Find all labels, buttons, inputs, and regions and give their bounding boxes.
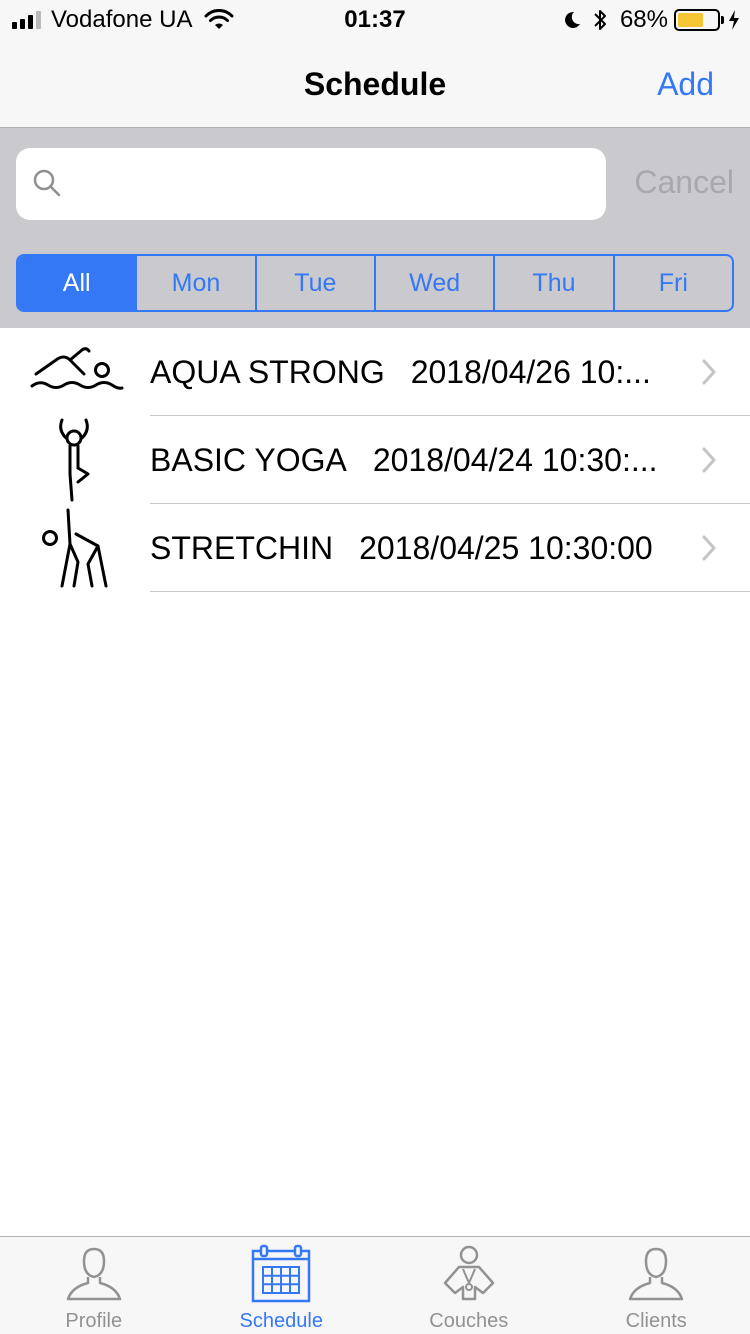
tab-couches[interactable]: Couches — [375, 1237, 563, 1334]
cancel-button[interactable]: Cancel — [634, 160, 734, 204]
list-item[interactable]: BASIC YOGA 2018/04/24 10:30:... — [0, 416, 750, 504]
person-icon — [629, 1247, 684, 1301]
battery-icon — [674, 9, 720, 31]
schedule-list: AQUA STRONG 2018/04/26 10:... BASIC YOGA 2… — [0, 328, 750, 592]
list-item-text: AQUA STRONG 2018/04/26 10:... — [150, 328, 680, 416]
search-input[interactable] — [78, 148, 602, 222]
charging-bolt-icon — [729, 10, 739, 30]
tab-bar: Profile Schedule Couches Clients — [0, 1236, 750, 1334]
chevron-right-icon — [702, 535, 716, 561]
class-date: 2018/04/24 10:30:... — [372, 442, 658, 478]
stretching-icon — [42, 508, 108, 588]
battery-cap — [721, 16, 724, 24]
moon-icon — [565, 11, 580, 28]
class-name: STRETCHIN — [150, 530, 334, 566]
tab-label: Schedule — [239, 1310, 323, 1332]
person-icon — [66, 1247, 121, 1301]
status-bar: Vodafone UA 01:37 68% — [0, 0, 750, 40]
class-date: 2018/04/26 10:... — [410, 354, 651, 390]
tab-clients[interactable]: Clients — [563, 1237, 750, 1334]
class-name: AQUA STRONG — [150, 354, 385, 390]
list-item-text: STRETCHIN 2018/04/25 10:30:00 — [150, 504, 680, 592]
segment-tue[interactable]: Tue — [254, 256, 374, 310]
segment-wed[interactable]: Wed — [373, 256, 493, 310]
search-box[interactable] — [16, 148, 606, 222]
row-separator — [150, 591, 750, 592]
list-item-text: BASIC YOGA 2018/04/24 10:30:... — [150, 416, 680, 504]
battery-percentage: 68% — [619, 6, 668, 33]
tab-schedule[interactable]: Schedule — [188, 1237, 376, 1334]
list-item[interactable]: STRETCHIN 2018/04/25 10:30:00 — [0, 504, 750, 592]
calendar-icon — [252, 1244, 311, 1303]
coach-icon — [443, 1245, 494, 1301]
search-icon — [33, 169, 61, 197]
page-title: Schedule — [303, 66, 447, 102]
tab-profile[interactable]: Profile — [0, 1237, 188, 1334]
battery-level-fill — [678, 13, 703, 27]
segment-thu[interactable]: Thu — [493, 256, 612, 310]
tab-label: Couches — [429, 1310, 509, 1332]
day-filter-segmented-control: All Mon Tue Wed Thu Fri — [16, 254, 734, 312]
swimmer-icon — [30, 347, 124, 390]
navigation-bar: Schedule Add — [0, 40, 750, 128]
tab-label: Clients — [625, 1310, 687, 1332]
bluetooth-icon — [594, 10, 606, 30]
segment-mon[interactable]: Mon — [135, 256, 254, 310]
segment-all[interactable]: All — [18, 256, 136, 310]
chevron-right-icon — [702, 359, 716, 385]
segment-fri[interactable]: Fri — [612, 256, 732, 310]
yoga-pose-icon — [59, 418, 90, 502]
class-date: 2018/04/25 10:30:00 — [359, 530, 653, 566]
add-button[interactable]: Add — [657, 64, 714, 104]
list-item[interactable]: AQUA STRONG 2018/04/26 10:... — [0, 328, 750, 416]
search-area: Cancel All Mon Tue Wed Thu Fri — [0, 128, 750, 328]
status-right: 68% — [562, 6, 740, 34]
class-name: BASIC YOGA — [150, 442, 347, 478]
chevron-right-icon — [702, 447, 716, 473]
tab-label: Profile — [65, 1310, 123, 1332]
